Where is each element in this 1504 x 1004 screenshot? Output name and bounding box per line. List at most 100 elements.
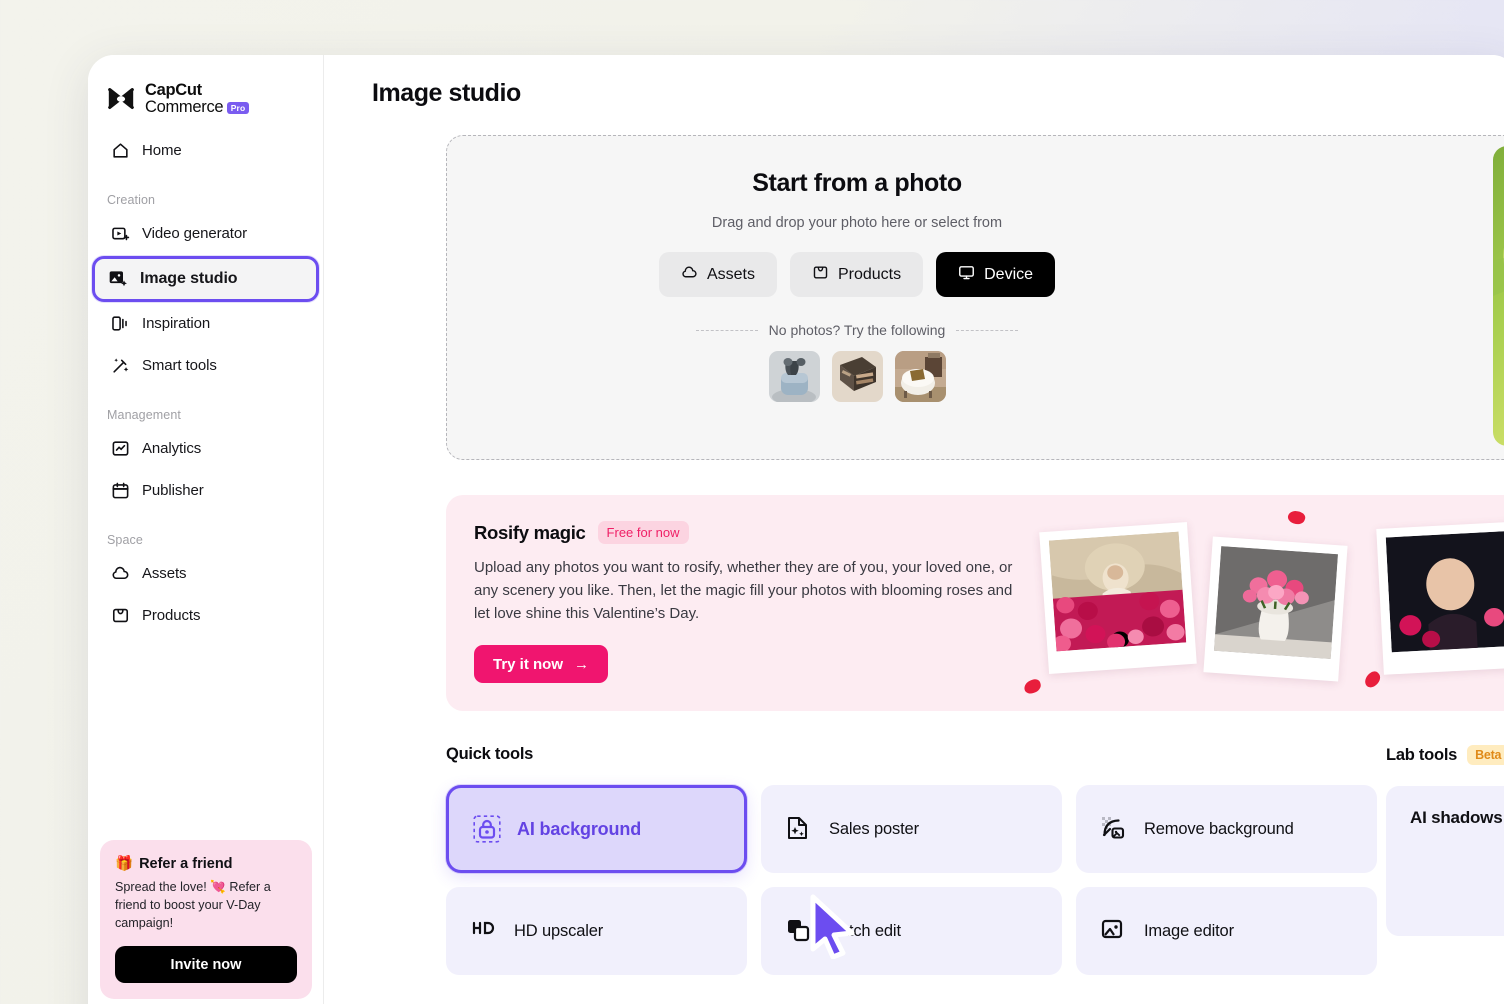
tool-card-ai-background[interactable]: AI background [446, 785, 747, 873]
sidebar-item-home[interactable]: Home [100, 131, 311, 171]
armchair-thumbnail[interactable] [894, 351, 946, 402]
invite-now-button[interactable]: Invite now [115, 946, 297, 983]
lab-card-ai-shadows[interactable]: AI shadows [1386, 786, 1504, 936]
publisher-icon [110, 481, 130, 501]
divider-line-right [956, 329, 1019, 331]
sample-thumbnails [768, 351, 946, 402]
bag-icon [812, 264, 829, 286]
assets-cloud-icon [110, 564, 130, 584]
home-icon [110, 141, 130, 161]
tool-card-remove-background[interactable]: Remove background [1076, 785, 1377, 873]
sidebar-section-management: Management [107, 407, 181, 422]
divider-line-left [695, 329, 758, 331]
batch-edit-icon [785, 917, 813, 945]
assets-source-button[interactable]: Assets [658, 252, 777, 297]
tool-card-label: Sales poster [829, 819, 919, 838]
eyeshadow-palette-thumbnail[interactable] [831, 351, 883, 402]
device-source-button[interactable]: Device [936, 252, 1056, 297]
refer-a-friend-card: 🎁 Refer a friend Spread the love! 💘 Refe… [100, 840, 312, 999]
divider-text: No photos? Try the following [768, 322, 946, 338]
rose-petal [1361, 669, 1384, 690]
inspiration-icon [110, 314, 130, 334]
capcut-logo-icon [108, 88, 134, 110]
sidebar-item-label: Analytics [142, 440, 202, 458]
lab-tools-heading: Lab tools Beta [1386, 745, 1504, 765]
rosify-text-block: Rosify magic Free for now Upload any pho… [474, 521, 1014, 684]
quick-tools-column: Quick tools AI background Sales poster R… [446, 745, 1377, 975]
sidebar-item-smart-tools[interactable]: Smart tools [100, 346, 311, 386]
rose-petal [1022, 677, 1043, 696]
tool-card-label: HD upscaler [514, 921, 604, 940]
sidebar-item-label: Video generator [142, 225, 247, 243]
ai-background-icon [473, 815, 501, 843]
gift-icon: 🎁 [115, 856, 134, 873]
device-source-label: Device [984, 265, 1034, 283]
pro-badge: Pro [227, 102, 249, 115]
image-editor-icon [1100, 917, 1128, 945]
sidebar-item-publisher[interactable]: Publisher [100, 471, 311, 511]
tool-card-image-editor[interactable]: Image editor [1076, 887, 1377, 975]
quick-tools-heading: Quick tools [446, 745, 1376, 764]
upload-dropzone[interactable]: Start from a photo Drag and drop your ph… [446, 135, 1504, 460]
rosify-artwork [1006, 495, 1504, 711]
sidebar-item-inspiration[interactable]: Inspiration [100, 304, 311, 344]
lab-card-label: AI shadows [1410, 808, 1503, 827]
upload-inner: Start from a photo Drag and drop your ph… [447, 136, 1267, 459]
quick-tools-grid: AI background Sales poster Remove backgr… [446, 785, 1377, 975]
woman-in-roses-polaroid [1039, 522, 1197, 674]
tools-area: Quick tools AI background Sales poster R… [446, 745, 1504, 1004]
image-studio-icon [108, 269, 128, 289]
tool-card-label: Image editor [1144, 921, 1234, 940]
main-content: Image studio Start from a photo Drag and… [324, 55, 1504, 1004]
rose-bouquet-vase-polaroid [1203, 536, 1348, 682]
products-source-button[interactable]: Products [789, 252, 924, 297]
sidebar-item-image-studio[interactable]: Image studio [92, 255, 319, 302]
sidebar-item-video-generator[interactable]: Video generator [100, 214, 311, 254]
brand-name-line2: Commerce [145, 98, 224, 117]
third-polaroid [1376, 521, 1504, 675]
try-following-divider: No photos? Try the following [695, 322, 1019, 338]
amber-dropper-bottle-photo [1493, 146, 1504, 446]
arrow-right-icon: → [574, 655, 590, 673]
quick-tools-heading-text: Quick tools [446, 745, 534, 763]
page-title: Image studio [372, 79, 521, 107]
rosify-description: Upload any photos you want to rosify, wh… [474, 559, 1013, 622]
sidebar-item-label: Assets [142, 565, 187, 583]
smart-tools-icon [110, 356, 130, 376]
tool-card-batch-edit[interactable]: Batch edit [761, 887, 1062, 975]
earbuds-thumbnail[interactable] [768, 351, 820, 402]
rosify-title: Rosify magic [474, 521, 586, 543]
sidebar-item-analytics[interactable]: Analytics [100, 429, 311, 469]
tool-card-label: Remove background [1144, 819, 1294, 838]
lab-tools-column: Lab tools Beta AI shadows [1386, 745, 1504, 936]
products-bag-icon [110, 606, 130, 626]
brand-logo[interactable]: CapCut Commerce Pro [88, 55, 323, 117]
sidebar-section-creation: Creation [107, 192, 156, 207]
lab-tools-heading-text: Lab tools [1386, 745, 1458, 764]
hd-upscaler-icon [470, 917, 498, 945]
sidebar-section-space: Space [107, 532, 143, 547]
sidebar-item-label: Smart tools [142, 357, 217, 375]
products-source-label: Products [837, 265, 902, 283]
cloud-icon [681, 264, 698, 286]
sidebar-item-label: Image studio [140, 269, 238, 287]
rosify-free-badge: Free for now [597, 521, 689, 544]
source-buttons: Assets Products Device [658, 252, 1056, 297]
tool-card-hd-upscaler[interactable]: HD upscaler [446, 887, 747, 975]
tool-card-label: AI background [517, 818, 642, 839]
try-it-now-label: Try it now [493, 655, 564, 673]
sidebar: CapCut Commerce Pro Home Creation Video … [88, 55, 324, 1004]
sidebar-item-products[interactable]: Products [100, 596, 311, 636]
bottom-fade-overlay [324, 995, 1504, 1004]
try-it-now-button[interactable]: Try it now → [474, 645, 609, 684]
refer-card-title-text: Refer a friend [139, 855, 233, 872]
tool-card-sales-poster[interactable]: Sales poster [761, 785, 1062, 873]
brand-name-line1: CapCut [145, 81, 202, 99]
sidebar-item-assets[interactable]: Assets [100, 554, 311, 594]
rosify-header: Rosify magic Free for now [474, 521, 1014, 544]
sidebar-item-label: Inspiration [142, 315, 211, 333]
sidebar-item-label: Products [142, 607, 201, 625]
sales-poster-icon [785, 815, 813, 843]
assets-source-label: Assets [706, 265, 755, 283]
video-generator-icon [110, 224, 130, 244]
